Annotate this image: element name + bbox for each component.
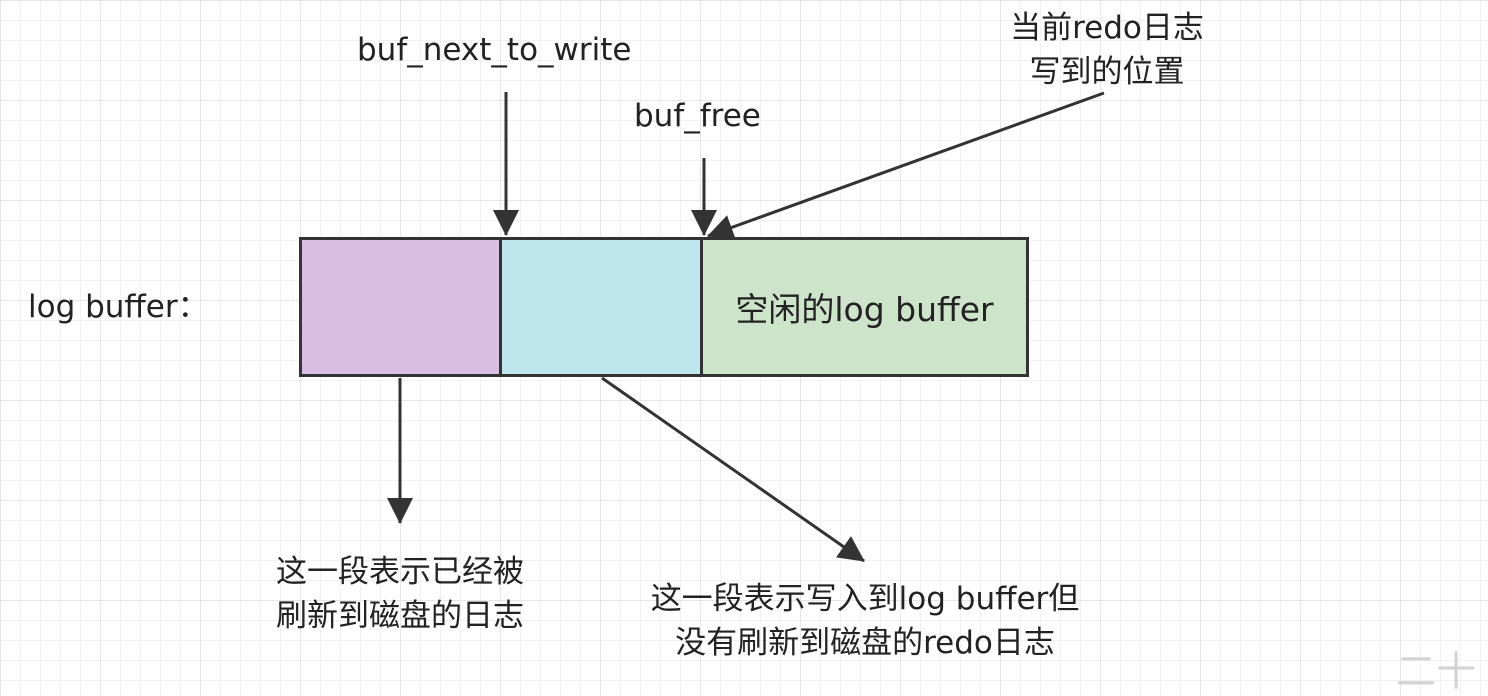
arrows-layer [387, 91, 1105, 563]
watermark: 二十 [1396, 649, 1476, 695]
unflushed-segment-arrow [601, 376, 865, 563]
current-position-arrow [707, 91, 1105, 240]
